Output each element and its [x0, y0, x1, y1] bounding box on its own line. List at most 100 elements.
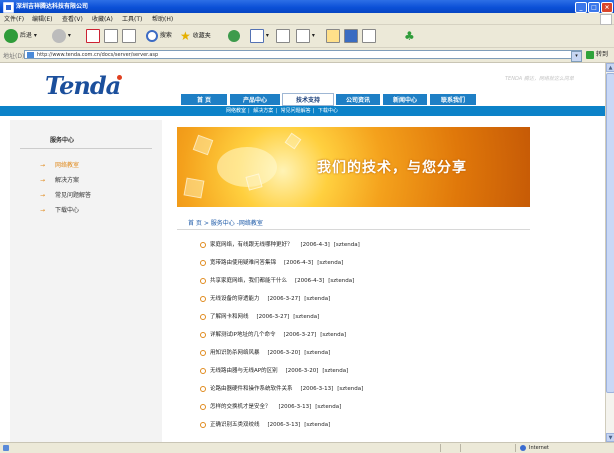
minimize-button[interactable]: _: [575, 2, 587, 13]
menu-help[interactable]: 帮助(H): [152, 14, 173, 23]
article-date: [2006-3-13]: [267, 422, 301, 428]
mail-button[interactable]: ▾: [250, 28, 269, 44]
subnav-classroom[interactable]: 网络教室: [226, 108, 246, 114]
nav-news[interactable]: 新闻中心: [382, 93, 428, 106]
status-divider: [515, 444, 516, 452]
folder-icon: [326, 28, 340, 43]
scroll-thumb[interactable]: [606, 73, 614, 393]
banner-cube: [183, 177, 205, 199]
favorites-button[interactable]: ★ 收藏夹: [180, 28, 211, 44]
home-button[interactable]: [122, 28, 136, 44]
list-item[interactable]: 家庭网络，有线跟无线哪种更好？ [2006-4-3] [sztenda]: [200, 239, 530, 252]
word-button[interactable]: [344, 28, 358, 44]
bullet-icon: [200, 313, 206, 320]
site-header: Tenda TENDA 腾达，网络就这么简单 首 页 产品中心 技术支持 公司资…: [0, 63, 605, 111]
article-title[interactable]: 无线路由器与无线AP的区别: [210, 368, 278, 374]
sidebar-item-label: 常见问题解答: [55, 192, 92, 199]
tech-banner: 我们的技术，与您分享: [177, 127, 530, 207]
bullet-icon: [200, 421, 206, 428]
discuss-button[interactable]: [326, 28, 340, 44]
arrow-icon: →: [40, 162, 46, 169]
list-item[interactable]: 用知识防杀网络风暴 [2006-3-20] [sztenda]: [200, 347, 530, 360]
back-button[interactable]: 后退 ▾: [4, 28, 37, 44]
messenger-icon: [362, 28, 376, 43]
list-item[interactable]: 宽带路由使用疑难问答集锦 [2006-4-3] [sztenda]: [200, 257, 530, 270]
list-item[interactable]: 了解网卡和网线 [2006-3-27] [sztenda]: [200, 311, 530, 324]
go-button[interactable]: 转到: [586, 50, 611, 60]
window-title-bar: 深圳吉祥腾达科技有限公司 _ □ ×: [0, 0, 614, 13]
forward-button[interactable]: ▾: [52, 28, 71, 44]
page-done-icon: [3, 445, 9, 451]
window-title: 深圳吉祥腾达科技有限公司: [16, 3, 89, 10]
list-item[interactable]: 共享家庭网络，我们都能干什么 [2006-4-3] [sztenda]: [200, 275, 530, 288]
people-icon: ♣: [404, 29, 415, 43]
article-title[interactable]: 宽带路由使用疑难问答集锦: [210, 260, 276, 266]
close-button[interactable]: ×: [601, 2, 613, 13]
sidebar-item-download[interactable]: → 下载中心: [40, 205, 79, 214]
page-viewport: Tenda TENDA 腾达，网络就这么简单 首 页 产品中心 技术支持 公司资…: [0, 63, 605, 442]
list-item[interactable]: 详解测试IP地址的几个命令 [2006-3-27] [sztenda]: [200, 329, 530, 342]
mail-icon: [250, 28, 264, 43]
address-input[interactable]: http://www.tenda.com.cn/docs/server/serv…: [24, 50, 582, 59]
messenger-button[interactable]: [362, 28, 376, 44]
tenda-logo[interactable]: Tenda: [45, 71, 121, 100]
article-date: [2006-3-27]: [256, 314, 290, 320]
vertical-scrollbar[interactable]: ▲ ▼: [605, 63, 614, 442]
article-title[interactable]: 详解测试IP地址的几个命令: [210, 332, 275, 338]
menu-view[interactable]: 查看(V): [62, 14, 83, 23]
list-item[interactable]: 论路由器硬件和操作系统软件关系 [2006-3-13] [sztenda]: [200, 383, 530, 396]
people-button[interactable]: ♣: [404, 28, 415, 44]
list-item[interactable]: 无线设备的穿透能力 [2006-3-27] [sztenda]: [200, 293, 530, 306]
back-label: 后退: [19, 32, 32, 39]
article-title[interactable]: 无线设备的穿透能力: [210, 296, 260, 302]
scroll-down-icon[interactable]: ▼: [606, 433, 614, 442]
refresh-button[interactable]: [104, 28, 118, 44]
article-title[interactable]: 用知识防杀网络风暴: [210, 350, 260, 356]
menu-file[interactable]: 文件(F): [4, 14, 24, 23]
nav-contact[interactable]: 联系我们: [429, 93, 477, 106]
bullet-icon: [200, 403, 206, 410]
article-title[interactable]: 家庭网络，有线跟无线哪种更好？: [210, 242, 293, 248]
search-button[interactable]: 搜索: [146, 28, 172, 44]
nav-home[interactable]: 首 页: [180, 93, 228, 106]
bullet-icon: [200, 385, 206, 392]
list-item[interactable]: 怎样的交换机才是安全？ [2006-3-13] [sztenda]: [200, 401, 530, 414]
go-label: 转到: [596, 51, 609, 58]
status-divider: [460, 444, 461, 452]
article-date: [2006-3-20]: [267, 350, 301, 356]
banner-text: 我们的技术，与您分享: [317, 160, 467, 176]
address-label: 地址(D): [3, 53, 25, 60]
nav-company[interactable]: 公司资讯: [335, 93, 381, 106]
nav-products[interactable]: 产品中心: [229, 93, 281, 106]
sidebar-item-classroom[interactable]: → 网络教室: [40, 160, 79, 169]
go-arrow-icon: [586, 50, 594, 59]
article-title[interactable]: 论路由器硬件和操作系统软件关系: [210, 386, 293, 392]
article-title[interactable]: 了解网卡和网线: [210, 314, 249, 320]
subnav-download[interactable]: 下载中心: [318, 108, 338, 114]
maximize-button[interactable]: □: [588, 2, 600, 13]
menu-tools[interactable]: 工具(T): [122, 14, 142, 23]
nav-support[interactable]: 技术支持: [282, 93, 334, 106]
print-button[interactable]: [276, 28, 290, 44]
history-button[interactable]: [228, 28, 240, 44]
menu-favorites[interactable]: 收藏(A): [92, 14, 113, 23]
edit-button[interactable]: ▾: [296, 28, 315, 44]
article-title[interactable]: 正确识别五类双绞线: [210, 422, 260, 428]
forward-arrow-icon: [52, 28, 66, 43]
subnav-solutions[interactable]: 解决方案: [253, 108, 273, 114]
stop-button[interactable]: [86, 28, 100, 44]
sidebar-item-label: 解决方案: [55, 177, 80, 184]
address-dropdown-icon[interactable]: ▾: [571, 51, 582, 62]
article-author: [sztenda]: [304, 350, 331, 356]
article-date: [2006-3-13]: [300, 386, 334, 392]
sidebar-item-faq[interactable]: → 常见问题解答: [40, 190, 91, 199]
menu-edit[interactable]: 编辑(E): [32, 14, 52, 23]
subnav-faq[interactable]: 常见问题解答: [281, 108, 311, 114]
list-item[interactable]: 无线路由器与无线AP的区别 [2006-3-20] [sztenda]: [200, 365, 530, 378]
list-item[interactable]: 正确识别五类双绞线 [2006-3-13] [sztenda]: [200, 419, 530, 432]
star-icon: ★: [180, 29, 191, 43]
scroll-up-icon[interactable]: ▲: [606, 63, 614, 72]
article-title[interactable]: 共享家庭网络，我们都能干什么: [210, 278, 287, 284]
sidebar-item-solutions[interactable]: → 解决方案: [40, 175, 79, 184]
article-title[interactable]: 怎样的交换机才是安全？: [210, 404, 271, 410]
